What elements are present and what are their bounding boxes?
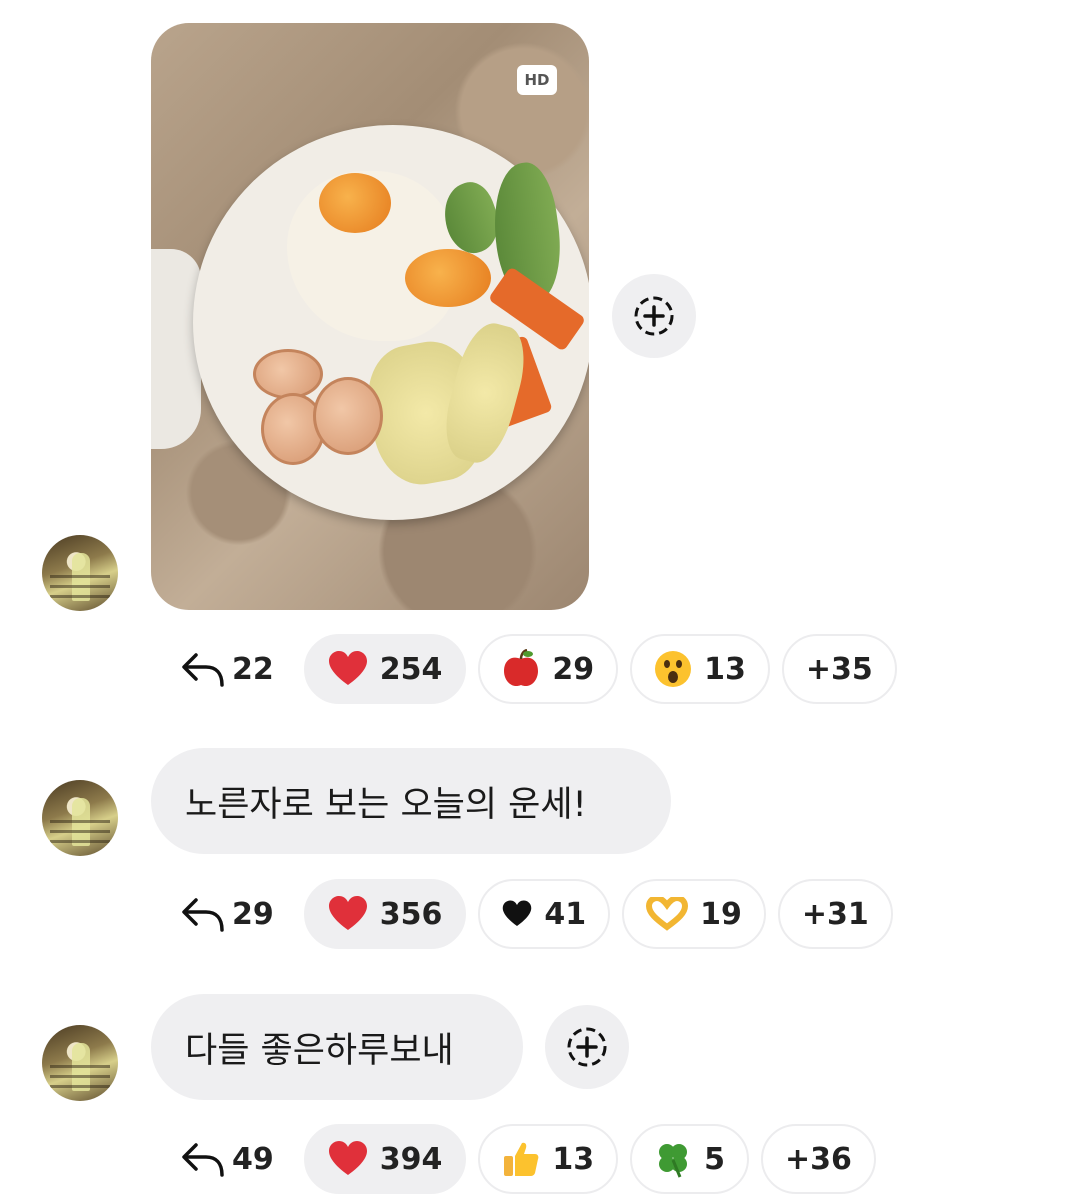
black-heart-icon (502, 900, 532, 928)
message-bubble[interactable]: 노른자로 보는 오늘의 운세! (151, 748, 671, 854)
reaction-chip-heart[interactable]: 356 (303, 879, 467, 949)
shrimp (313, 377, 383, 455)
reaction-count: 13 (704, 651, 746, 687)
surprised-face-icon (654, 650, 692, 688)
red-heart-icon (328, 896, 368, 932)
more-reactions-chip[interactable]: +35 (781, 634, 897, 704)
reaction-count: 5 (704, 1141, 725, 1177)
reaction-chip-heart-hands[interactable]: 19 (622, 879, 766, 949)
heart-hands-icon (646, 897, 689, 931)
reaction-count: 356 (379, 896, 443, 932)
message-text: 다들 좋은하루보내 (185, 1030, 454, 1071)
reply-arrow-icon (182, 898, 224, 932)
egg-yolk (405, 249, 491, 307)
reaction-row: 29 356 41 19 +31 (180, 878, 905, 950)
reaction-chip-surprised[interactable]: 13 (630, 634, 770, 704)
more-reactions-count: +36 (785, 1141, 852, 1177)
reaction-count: 13 (552, 1141, 595, 1177)
reaction-count: 394 (379, 1141, 443, 1177)
four-leaf-clover-icon (654, 1140, 692, 1178)
add-reaction-icon (634, 296, 674, 336)
reaction-count: 29 (552, 651, 595, 687)
add-reaction-button[interactable] (545, 1005, 629, 1089)
egg-yolk (319, 173, 391, 233)
red-heart-icon (328, 1141, 368, 1177)
reaction-count: 254 (379, 651, 443, 687)
sender-avatar[interactable] (42, 535, 118, 611)
shared-food-photo[interactable]: HD (151, 23, 589, 610)
more-reactions-chip[interactable]: +36 (761, 1124, 876, 1194)
sender-avatar[interactable] (42, 780, 118, 856)
reaction-count: 19 (700, 896, 742, 932)
more-reactions-count: +31 (801, 896, 869, 932)
thumbs-up-icon (502, 1140, 540, 1178)
add-reaction-icon (567, 1027, 607, 1067)
mug-image-detail (151, 249, 201, 449)
more-reactions-count: +35 (805, 651, 873, 687)
hd-badge[interactable]: HD (517, 65, 557, 95)
red-heart-icon (328, 651, 368, 687)
more-reactions-chip[interactable]: +31 (777, 879, 893, 949)
reply-arrow-icon (182, 653, 224, 687)
sender-avatar[interactable] (42, 1025, 118, 1101)
reply-count: 49 (232, 1141, 274, 1177)
reaction-chip-clover[interactable]: 5 (630, 1124, 749, 1194)
reaction-row: 49 394 13 5 +36 (180, 1123, 888, 1195)
reply-count-button[interactable]: 49 (180, 1141, 274, 1177)
shrimp (253, 349, 323, 399)
reply-count-button[interactable]: 29 (180, 896, 274, 932)
reaction-chip-apple[interactable]: 29 (478, 634, 619, 704)
reply-arrow-icon (182, 1143, 224, 1177)
reaction-count: 41 (544, 896, 587, 932)
red-apple-icon (502, 649, 540, 689)
reaction-row: 22 254 29 13 +35 (180, 633, 909, 705)
reaction-chip-black-heart[interactable]: 41 (478, 879, 611, 949)
reaction-chip-thumbs-up[interactable]: 13 (478, 1124, 619, 1194)
message-bubble[interactable]: 다들 좋은하루보내 (151, 994, 523, 1100)
reaction-chip-heart[interactable]: 254 (303, 634, 467, 704)
add-reaction-button[interactable] (612, 274, 696, 358)
reply-count-button[interactable]: 22 (180, 651, 274, 687)
reply-count: 22 (232, 651, 274, 687)
message-text: 노른자로 보는 오늘의 운세! (185, 784, 587, 825)
reply-count: 29 (232, 896, 274, 932)
reaction-chip-heart[interactable]: 394 (303, 1124, 467, 1194)
